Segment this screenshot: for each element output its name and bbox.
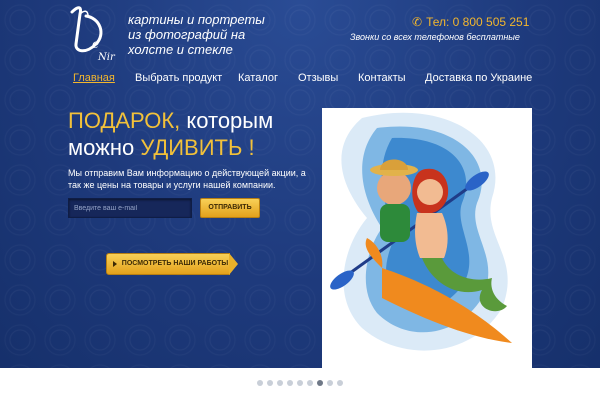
slider-dot-7[interactable] [317,380,323,386]
nav-item-choose-product[interactable]: Выбрать продукт [135,72,222,84]
slider-dot-4[interactable] [287,380,293,386]
slider-dot-5[interactable] [297,380,303,386]
slider-dot-2[interactable] [267,380,273,386]
view-works-label: ПОСМОТРЕТЬ НАШИ РАБОТЫ [121,260,229,267]
logo[interactable]: e Nir [66,4,120,64]
email-input[interactable] [68,198,192,218]
headline-surprise: УДИВИТЬ ! [140,135,255,160]
headline-can: можно [68,135,141,160]
tagline-line-2: из фотографий на [128,27,246,42]
svg-text:e: e [92,37,99,51]
tagline: картины и портреты из фотографий на холс… [128,12,278,57]
slider-dot-3[interactable] [277,380,283,386]
headline-gift: ПОДАРОК, [68,108,181,133]
tagline-line-3: холсте и стекле [128,42,233,57]
logo-mark-icon: e Nir [70,6,116,63]
view-works-button[interactable]: ПОСМОТРЕТЬ НАШИ РАБОТЫ [106,253,238,275]
phone-note: Звонки со всех телефонов бесплатные [350,32,520,42]
tagline-line-1: картины и портреты [128,12,265,27]
nav-item-delivery[interactable]: Доставка по Украине [425,72,532,84]
submit-button[interactable]: ОТПРАВИТЬ [200,198,260,218]
kayak-couple-illustration [330,112,512,351]
hero-intro: Мы отправим Вам информацию о действующей… [68,168,306,190]
nav-item-contacts[interactable]: Контакты [358,72,406,84]
nav-item-home[interactable]: Главная [73,72,115,84]
phone-number[interactable]: ✆ Тел: 0 800 505 251 [412,15,529,29]
slider-dot-8[interactable] [327,380,333,386]
hero-headline: ПОДАРОК, которым можно УДИВИТЬ ! [68,107,328,161]
nav-item-reviews[interactable]: Отзывы [298,72,338,84]
phone-icon: ✆ [412,15,423,29]
headline-which: которым [180,108,274,133]
hero-section: e Nir картины и портреты из фотографий н… [0,0,600,368]
nav-item-catalog[interactable]: Каталог [238,72,278,84]
phone-label: Тел: 0 800 505 251 [426,15,530,29]
main-nav: Главная Выбрать продукт Каталог Отзывы К… [0,72,600,90]
slider-dot-1[interactable] [257,380,263,386]
play-icon [113,261,117,267]
svg-text:Nir: Nir [97,52,116,63]
slider-dot-6[interactable] [307,380,313,386]
slider-pagination [0,380,600,388]
showcase-image [322,108,532,368]
slider-dot-9[interactable] [337,380,343,386]
